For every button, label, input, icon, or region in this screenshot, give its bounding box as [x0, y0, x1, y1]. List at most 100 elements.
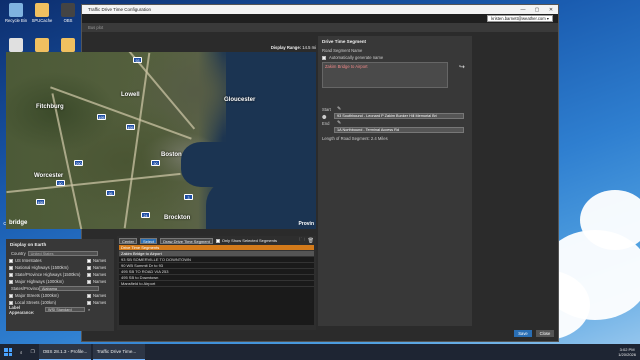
panel-header: Drive Time Segment [322, 39, 367, 44]
taskbar-app[interactable]: Traffic Drive Time... [92, 344, 145, 360]
tab-states[interactable]: States/Province [9, 286, 40, 291]
display-row[interactable]: Major Streets (1000km) Names [6, 292, 114, 299]
checkbox[interactable] [9, 265, 13, 270]
start-button[interactable] [0, 344, 16, 360]
only-selected-checkbox[interactable] [215, 238, 220, 243]
taskbar-app[interactable]: OBS 28.1.3 - Profile... [38, 344, 91, 360]
display-row[interactable]: National Highways (1500km) Names [6, 264, 114, 271]
names-label: Names [93, 300, 107, 305]
names-label: Names [93, 293, 107, 298]
taskbar: ⌕ ❐ OBS 28.1.3 - Profile... Traffic Driv… [0, 344, 640, 360]
checkbox[interactable] [87, 265, 91, 270]
road [6, 172, 181, 193]
desktop-icon[interactable]: OBS [54, 3, 82, 23]
draw-segment-button[interactable]: Draw Drive Time Segment [160, 237, 213, 244]
highway-shield: 495 [36, 199, 45, 205]
start-row: Start ✎ [322, 106, 468, 112]
only-selected-row[interactable]: Only Show Selected Segments [215, 238, 277, 243]
start-marker-icon: ⬤ [322, 113, 327, 119]
end-value[interactable]: 1A Northbound - Terminal Access Rd [334, 127, 464, 133]
map-watermark: bridge [9, 220, 28, 226]
highway-shield: 90 [56, 180, 65, 186]
satellite-map[interactable]: Fitchburg Lowell Gloucester Boston Worce… [6, 52, 316, 229]
edit-start-icon[interactable]: ✎ [337, 106, 341, 112]
segment-name-input[interactable]: Zakim Bridge to Airport [322, 62, 448, 88]
row-label: National Highways (1500km) [15, 265, 69, 270]
city-label: Boston [161, 152, 182, 158]
end-label: End [322, 120, 330, 126]
minimize-button[interactable]: — [516, 7, 530, 13]
city-label: Worcester [34, 173, 64, 179]
display-row[interactable]: State/Province Highways (1500km) Names [6, 271, 114, 278]
select-button[interactable]: Select [140, 237, 158, 244]
highway-shield: 95 [106, 190, 115, 196]
checkbox[interactable] [87, 258, 91, 263]
edit-end-icon[interactable]: ✎ [337, 120, 341, 126]
checkbox[interactable] [87, 300, 91, 305]
checkbox[interactable] [9, 293, 13, 298]
checkbox[interactable] [9, 279, 13, 284]
display-row[interactable]: Major Highways (1000km) Names [6, 278, 114, 285]
delete-icon[interactable]: 🗑 [308, 238, 314, 244]
app-icon [61, 3, 75, 17]
app-icon [9, 3, 23, 17]
user-bar: kristen.barnett@weather.com ▾ [82, 14, 558, 23]
close-button[interactable]: ✕ [544, 7, 558, 13]
highway-shield: 495 [97, 114, 106, 120]
save-button[interactable]: Save [514, 330, 532, 337]
end-row: End ✎ [322, 120, 468, 126]
maximize-button[interactable]: ▢ [530, 7, 544, 13]
checkbox[interactable] [87, 272, 91, 277]
checkbox[interactable] [87, 293, 91, 298]
start-value[interactable]: 93 Southbound - Leonard P Zakim Bunker H… [334, 113, 464, 119]
state-select[interactable]: Alabama [39, 286, 99, 291]
road [116, 52, 196, 130]
desktop-icon-label: OBS [63, 18, 73, 23]
label-appearance-select[interactable]: WSI Standard [45, 307, 85, 312]
checkbox[interactable] [87, 279, 91, 284]
desktop-icon-label: SPUCache [31, 18, 53, 23]
segment-toolbar: Center Select Draw Drive Time Segment On… [117, 236, 316, 245]
display-header: Display on Earth [10, 242, 47, 247]
window-title: Traffic Drive Time Configuration [88, 7, 152, 12]
swap-icon[interactable]: ↪ [459, 63, 465, 71]
user-account-button[interactable]: kristen.barnett@weather.com ▾ [487, 15, 553, 22]
names-label: Names [93, 265, 107, 270]
display-row[interactable]: US Interstates Names [6, 257, 114, 264]
only-selected-label: Only Show Selected Segments [221, 238, 277, 243]
drive-time-segment-panel: Drive Time Segment Road Segment Name Aut… [318, 36, 472, 326]
task-view-icon[interactable]: ❐ [27, 344, 39, 360]
center-button[interactable]: Center [119, 237, 138, 244]
display-range-value: 14.5 mi [302, 45, 316, 50]
harbor [181, 142, 231, 187]
length-row: Length of Road Segment: 2.4 Miles [318, 135, 472, 142]
segment-name-label: Road Segment Name [322, 48, 363, 53]
auto-generate-checkbox[interactable] [322, 55, 326, 60]
names-label: Names [93, 279, 107, 284]
row-label: Major Highways (1000km) [15, 279, 64, 284]
clock[interactable]: 3:02 PM 1/20/2026 [614, 344, 640, 360]
start-label: Start [322, 106, 331, 112]
auto-generate-row[interactable]: Automatically generate name [318, 54, 472, 61]
tab-country[interactable]: Country [9, 251, 28, 256]
close-window-button[interactable]: Close [536, 330, 554, 337]
desktop-icon[interactable]: SPUCache [28, 3, 56, 23]
list-item[interactable]: Mansfield to Airport [119, 281, 314, 287]
country-select[interactable]: United States [27, 251, 98, 256]
clock-date: 1/20/2026 [618, 352, 636, 357]
end-value-row: 1A Northbound - Terminal Access Rd [322, 127, 468, 133]
highway-shield: 3 [184, 194, 193, 200]
desktop-icon-label: Recycle Bin [4, 18, 28, 23]
display-on-earth-panel: Display on Earth Country United States U… [6, 239, 114, 331]
checkbox[interactable] [9, 258, 13, 263]
checkbox[interactable] [9, 272, 13, 277]
row-label: State/Province Highways (1500km) [15, 272, 81, 277]
row-label: Major Streets (1000km) [15, 293, 59, 298]
desktop-icon[interactable]: Recycle Bin [2, 3, 30, 23]
search-icon[interactable]: ⌕ [16, 344, 27, 360]
app-icon [35, 3, 49, 17]
cape-cod-bay [206, 182, 246, 229]
search-icon[interactable]: ⌕ [88, 307, 90, 312]
row-label: US Interstates [15, 258, 42, 263]
folder-icon[interactable]: 🗀 [300, 237, 305, 245]
